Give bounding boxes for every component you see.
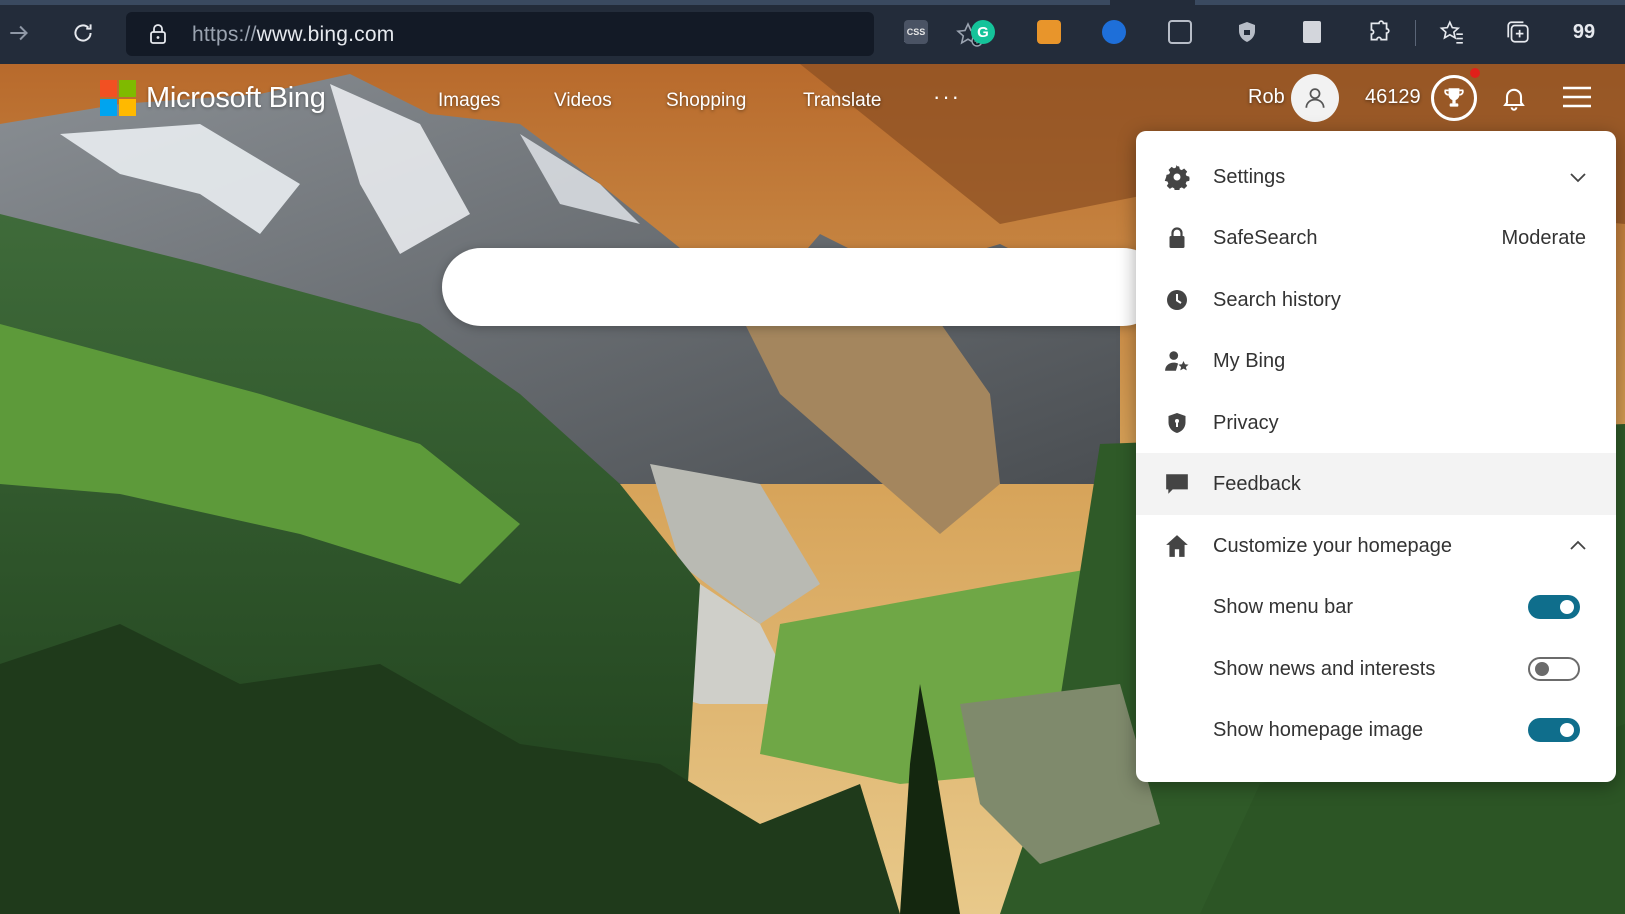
tab-strip bbox=[0, 0, 1110, 5]
toggle-label: Show news and interests bbox=[1213, 658, 1436, 680]
nav-more-button[interactable]: ··· bbox=[933, 84, 961, 110]
news-interests-toggle[interactable] bbox=[1528, 657, 1580, 681]
bing-homepage: Microsoft Bing Images Videos Shopping Tr… bbox=[0, 64, 1625, 914]
toggle-row-menu-bar: Show menu bar bbox=[1136, 577, 1616, 639]
rewards-points[interactable]: 46129 bbox=[1365, 86, 1421, 109]
refresh-button[interactable] bbox=[66, 16, 100, 50]
toggle-row-news-interests: Show news and interests bbox=[1136, 639, 1616, 701]
favorites-icon[interactable] bbox=[1438, 18, 1466, 46]
toggle-knob bbox=[1560, 723, 1574, 737]
search-input[interactable] bbox=[480, 268, 1120, 306]
menu-item-my-bing[interactable]: My Bing bbox=[1136, 330, 1616, 392]
css-extension-icon[interactable]: CSS bbox=[902, 18, 930, 46]
bing-logo[interactable]: Microsoft Bing bbox=[100, 80, 326, 116]
menu-item-search-history[interactable]: Search history bbox=[1136, 269, 1616, 331]
camelizer-icon[interactable] bbox=[1035, 18, 1063, 46]
user-name[interactable]: Rob bbox=[1248, 86, 1285, 109]
collections-icon[interactable] bbox=[1504, 18, 1532, 46]
extension-badge-count[interactable]: 99 bbox=[1570, 18, 1598, 46]
toggle-knob bbox=[1560, 600, 1574, 614]
search-box[interactable] bbox=[442, 248, 1162, 326]
clock-icon bbox=[1164, 287, 1190, 313]
toggle-knob bbox=[1535, 662, 1549, 676]
document-ext-icon[interactable] bbox=[1298, 18, 1326, 46]
menu-label-safesearch: SafeSearch bbox=[1213, 226, 1318, 249]
notification-dot bbox=[1470, 68, 1480, 78]
forward-button[interactable] bbox=[2, 16, 36, 50]
menu-item-safesearch[interactable]: SafeSearch Moderate bbox=[1136, 207, 1616, 269]
puzzle-ext-icon[interactable] bbox=[1100, 18, 1128, 46]
user-star-icon bbox=[1164, 348, 1190, 374]
grammarly-icon[interactable]: G bbox=[969, 18, 997, 46]
lock-icon[interactable] bbox=[146, 22, 170, 46]
bell-icon[interactable] bbox=[1500, 84, 1528, 112]
toolbar-divider bbox=[1415, 20, 1416, 46]
menu-label-customize: Customize your homepage bbox=[1213, 534, 1453, 557]
chevron-up-icon[interactable] bbox=[1568, 536, 1588, 556]
address-bar[interactable]: https://www.bing.com A bbox=[126, 12, 983, 56]
settings-dropdown-menu: Settings SafeSearch Moderate Search hist… bbox=[1136, 131, 1616, 782]
menu-bar-toggle[interactable] bbox=[1528, 595, 1580, 619]
nav-shopping[interactable]: Shopping bbox=[666, 90, 746, 112]
toggle-label: Show menu bar bbox=[1213, 596, 1354, 618]
toggle-row-homepage-image: Show homepage image bbox=[1136, 700, 1616, 762]
feedback-icon bbox=[1164, 471, 1190, 497]
extensions-icon[interactable] bbox=[1365, 18, 1393, 46]
menu-item-customize-homepage[interactable]: Customize your homepage bbox=[1136, 515, 1616, 577]
browser-toolbar: https://www.bing.com A CSS G 99 bbox=[0, 0, 1625, 64]
home-icon bbox=[1164, 533, 1190, 559]
nav-translate[interactable]: Translate bbox=[803, 90, 882, 112]
menu-label-privacy: Privacy bbox=[1213, 411, 1279, 434]
arrow-right-icon bbox=[10, 25, 28, 41]
menu-item-settings[interactable]: Settings bbox=[1136, 146, 1616, 208]
toggle-label: Show homepage image bbox=[1213, 719, 1424, 741]
menu-item-feedback[interactable]: Feedback bbox=[1136, 453, 1616, 515]
screenshot-ext-icon[interactable] bbox=[1166, 18, 1194, 46]
avatar[interactable] bbox=[1291, 74, 1339, 122]
url-protocol: https:// bbox=[192, 23, 257, 46]
trophy-icon bbox=[1444, 88, 1464, 107]
nav-images[interactable]: Images bbox=[438, 90, 500, 112]
user-icon bbox=[1305, 88, 1325, 108]
shield-ext-icon[interactable] bbox=[1233, 18, 1261, 46]
shield-icon bbox=[1164, 410, 1190, 436]
brand-name: Microsoft Bing bbox=[146, 81, 326, 114]
nav-videos[interactable]: Videos bbox=[554, 90, 612, 112]
menu-item-privacy[interactable]: Privacy bbox=[1136, 392, 1616, 454]
menu-label-feedback: Feedback bbox=[1213, 472, 1301, 495]
menu-label-search-history: Search history bbox=[1213, 288, 1341, 311]
microsoft-logo-icon bbox=[100, 80, 136, 116]
safesearch-value: Moderate bbox=[1501, 226, 1587, 249]
lock-icon bbox=[1164, 225, 1190, 251]
menu-label-my-bing: My Bing bbox=[1213, 349, 1286, 372]
hamburger-menu-icon[interactable] bbox=[1561, 84, 1593, 110]
chevron-down-icon[interactable] bbox=[1568, 167, 1588, 187]
url-host: www.bing.com bbox=[256, 23, 395, 46]
tab-strip bbox=[1195, 0, 1625, 5]
rewards-button[interactable] bbox=[1431, 75, 1477, 121]
menu-label-settings: Settings bbox=[1213, 165, 1286, 188]
gear-icon bbox=[1164, 164, 1190, 190]
refresh-icon bbox=[74, 24, 92, 42]
url-text[interactable]: https://www.bing.com bbox=[192, 23, 394, 47]
homepage-image-toggle[interactable] bbox=[1528, 718, 1580, 742]
